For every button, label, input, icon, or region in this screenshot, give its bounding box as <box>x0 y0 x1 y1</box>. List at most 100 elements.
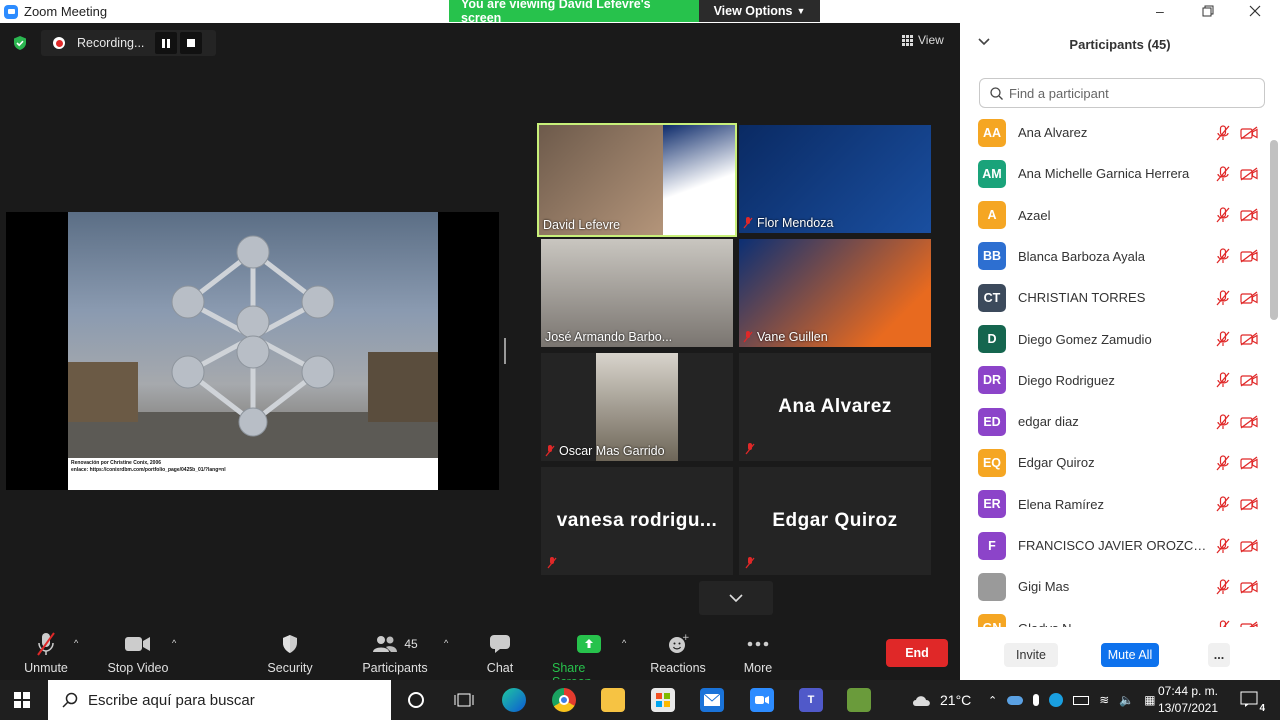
zoom-taskbar-icon[interactable] <box>750 688 774 712</box>
muted-mic-icon[interactable] <box>1216 166 1230 182</box>
participant-list-scrollbar[interactable] <box>1270 140 1278 320</box>
participant-row[interactable]: BB Blanca Barboza Ayala <box>960 236 1268 277</box>
participant-row[interactable]: D Diego Gomez Zamudio <box>960 319 1268 360</box>
notifications-icon[interactable]: 4 <box>1238 688 1265 714</box>
participant-row[interactable]: AA Ana Alvarez <box>960 112 1268 153</box>
skype-icon[interactable] <box>1049 693 1064 707</box>
participant-row[interactable]: GN Gladys N... <box>960 608 1268 627</box>
app-icon[interactable] <box>847 688 871 712</box>
video-tile-vane-guillen[interactable]: Vane Guillen <box>739 239 931 347</box>
minimize-window-button[interactable]: – <box>1156 3 1164 19</box>
panel-more-button[interactable]: ... <box>1208 643 1230 667</box>
video-tile-edgar-quiroz[interactable]: Edgar Quiroz <box>739 467 931 575</box>
teams-icon[interactable]: T <box>799 688 823 712</box>
view-options-button[interactable]: View Options ▼ <box>699 0 820 22</box>
encryption-shield-icon[interactable] <box>12 35 28 51</box>
participant-row[interactable]: A Azael <box>960 195 1268 236</box>
more-button[interactable]: More <box>740 630 776 675</box>
chevron-up-icon[interactable]: ⌃ <box>988 694 997 707</box>
muted-mic-icon[interactable] <box>1216 620 1230 627</box>
muted-mic-icon[interactable] <box>1216 124 1230 141</box>
stop-video-button[interactable]: Stop Video <box>106 630 170 675</box>
participant-name: Gigi Mas <box>1018 579 1070 595</box>
participants-options-caret[interactable]: ^ <box>444 638 448 648</box>
chat-button[interactable]: Chat <box>478 630 522 675</box>
taskbar-search-box[interactable]: Escribe aquí para buscar <box>48 680 391 720</box>
onedrive-icon[interactable] <box>1007 695 1024 705</box>
muted-mic-icon[interactable] <box>1216 290 1230 306</box>
wifi-icon[interactable]: ≋ <box>1099 693 1109 707</box>
volume-icon[interactable]: 🔈 <box>1119 693 1134 707</box>
participant-row[interactable]: EQ Edgar Quiroz <box>960 442 1268 483</box>
video-off-icon[interactable] <box>1240 291 1258 305</box>
stop-recording-button[interactable] <box>180 32 202 54</box>
end-meeting-button[interactable]: End <box>886 639 948 667</box>
restore-window-button[interactable] <box>1202 5 1214 17</box>
video-options-caret[interactable]: ^ <box>172 638 176 648</box>
muted-mic-icon[interactable] <box>1216 455 1230 471</box>
participant-name: Ana Alvarez <box>1018 125 1088 140</box>
audio-options-caret[interactable]: ^ <box>74 638 78 648</box>
shared-screen[interactable]: Renovación por Christine Conix, 2006 enl… <box>6 212 499 490</box>
video-off-icon[interactable] <box>1240 167 1258 181</box>
video-off-icon[interactable] <box>1240 538 1258 553</box>
video-off-icon[interactable] <box>1240 249 1258 263</box>
edge-browser-icon[interactable] <box>502 688 526 712</box>
chrome-browser-icon[interactable] <box>552 688 576 712</box>
video-off-icon[interactable] <box>1240 373 1258 387</box>
video-tile-flor-mendoza[interactable]: Flor Mendoza <box>739 125 931 233</box>
cortana-icon[interactable] <box>404 688 428 712</box>
close-window-button[interactable] <box>1249 5 1261 17</box>
mute-all-button[interactable]: Mute All <box>1101 643 1159 667</box>
muted-mic-icon[interactable] <box>1216 372 1230 388</box>
invite-button[interactable]: Invite <box>1004 643 1058 667</box>
gallery-scroll-down-button[interactable] <box>699 581 773 615</box>
video-off-icon[interactable] <box>1240 415 1258 429</box>
file-explorer-icon[interactable] <box>601 688 625 712</box>
unmute-button[interactable]: Unmute <box>22 630 70 675</box>
share-options-caret[interactable]: ^ <box>622 638 626 648</box>
taskbar-clock[interactable]: 07:44 p. m. 13/07/2021 <box>1150 683 1226 717</box>
muted-mic-icon[interactable] <box>1216 579 1230 595</box>
video-off-icon[interactable] <box>1240 621 1258 627</box>
participant-row[interactable]: F FRANCISCO JAVIER OROZCO R... <box>960 525 1268 566</box>
split-divider-handle[interactable] <box>504 338 506 364</box>
video-off-icon[interactable] <box>1240 456 1258 470</box>
video-off-icon[interactable] <box>1240 580 1258 594</box>
participant-row[interactable]: AM Ana Michelle Garnica Herrera <box>960 153 1268 194</box>
view-button[interactable]: View <box>902 33 944 47</box>
task-view-icon[interactable] <box>452 688 476 712</box>
video-tile-oscar-mas[interactable]: Oscar Mas Garrido <box>541 353 733 461</box>
muted-mic-icon[interactable] <box>1216 537 1230 554</box>
participant-row[interactable]: CT CHRISTIAN TORRES <box>960 277 1268 318</box>
muted-mic-icon[interactable] <box>1216 331 1230 347</box>
video-off-icon[interactable] <box>1240 208 1258 222</box>
muted-mic-icon[interactable] <box>1216 413 1230 430</box>
participants-button[interactable]: 45 Participants <box>360 630 430 675</box>
microsoft-store-icon[interactable] <box>651 688 675 712</box>
video-camera-icon <box>125 637 150 651</box>
security-button[interactable]: Security <box>266 630 314 675</box>
microphone-icon[interactable] <box>1033 694 1040 706</box>
muted-mic-icon[interactable] <box>1216 207 1230 223</box>
mail-icon[interactable] <box>700 688 724 712</box>
video-tile-ana-alvarez[interactable]: Ana Alvarez <box>739 353 931 461</box>
muted-mic-icon[interactable] <box>1216 496 1230 512</box>
battery-icon[interactable] <box>1073 695 1090 705</box>
video-off-icon[interactable] <box>1240 332 1258 346</box>
participant-search-box[interactable] <box>979 78 1265 108</box>
video-off-icon[interactable] <box>1240 125 1258 140</box>
participant-search-input[interactable] <box>1009 85 1249 101</box>
video-off-icon[interactable] <box>1240 497 1258 511</box>
muted-mic-icon[interactable] <box>1216 248 1230 264</box>
windows-start-button[interactable] <box>14 692 30 708</box>
pause-recording-button[interactable] <box>155 32 177 54</box>
video-tile-david-lefevre[interactable]: David Lefevre <box>537 123 737 237</box>
reactions-button[interactable]: + Reactions <box>650 630 706 675</box>
video-tile-vanesa-rodriguez[interactable]: vanesa rodrigu... <box>541 467 733 575</box>
participant-row[interactable]: Gigi Mas <box>960 566 1268 607</box>
participant-row[interactable]: DR Diego Rodriguez <box>960 360 1268 401</box>
participant-row[interactable]: ED edgar diaz <box>960 401 1268 442</box>
video-tile-jose-armando[interactable]: José Armando Barbo... <box>541 239 733 347</box>
participant-row[interactable]: ER Elena Ramírez <box>960 484 1268 525</box>
